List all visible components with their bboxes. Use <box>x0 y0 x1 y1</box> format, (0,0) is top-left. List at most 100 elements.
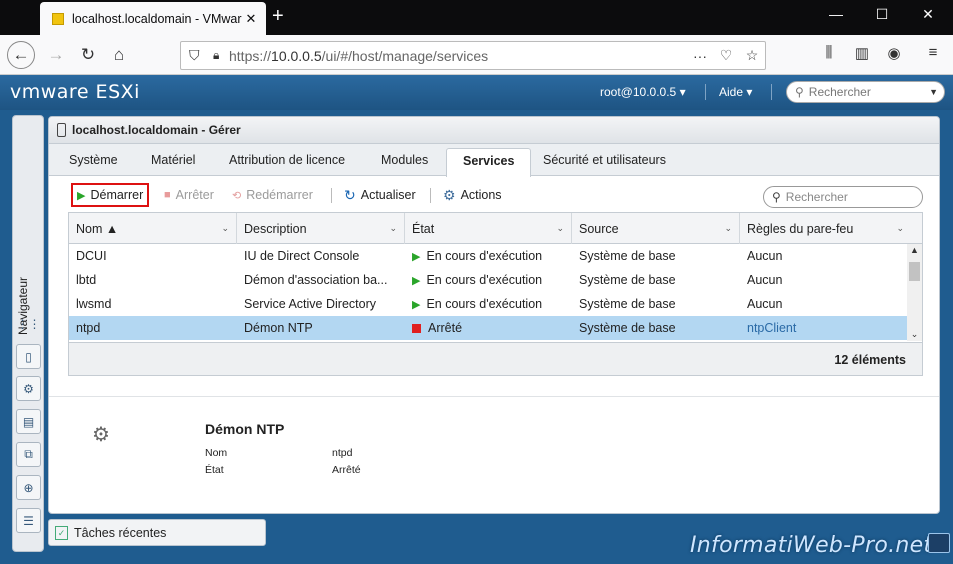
home-icon[interactable]: ⌂ <box>105 41 133 69</box>
column-header-firewall[interactable]: Règles du pare-feu ⌄ <box>740 213 922 244</box>
cell-state-text: En cours d'exécution <box>426 297 543 311</box>
cell-name: ntpd <box>76 321 101 335</box>
browser-tab[interactable]: localhost.localdomain - VMware ✕ <box>40 2 266 35</box>
user-menu[interactable]: root@10.0.0.5 ▾ <box>600 85 686 99</box>
close-window-icon[interactable]: ✕ <box>918 6 938 23</box>
refresh-label: Actualiser <box>360 188 416 202</box>
menu-icon[interactable]: ≡ <box>923 44 943 61</box>
scroll-up-icon[interactable]: ▲ <box>907 245 922 255</box>
chevron-down-icon[interactable]: ⌄ <box>389 223 397 234</box>
running-icon: ▶ <box>412 274 421 287</box>
shield-icon: ⛉ <box>189 47 200 63</box>
column-firewall-label: Règles du pare-feu <box>747 221 854 236</box>
monitor-icon[interactable]: ☰ <box>16 508 41 533</box>
refresh-icon: ↻ <box>344 186 356 203</box>
new-tab-icon[interactable]: + <box>272 6 284 26</box>
maximize-icon[interactable]: ☐ <box>872 6 892 23</box>
cell-firewall: Aucun <box>747 273 783 287</box>
stopped-icon <box>412 323 421 333</box>
host-manage-icon[interactable]: ⚙ <box>16 376 41 401</box>
start-button[interactable]: ▶ Démarrer <box>71 183 150 207</box>
navigator-tree-icon[interactable]: ⋮⋮ <box>16 311 41 336</box>
running-icon: ▶ <box>412 298 421 311</box>
cell-name: DCUI <box>76 249 107 263</box>
table-scrollbar[interactable]: ▲ ⌄ <box>907 244 922 341</box>
stop-button[interactable]: ■ Arrêter <box>164 183 214 207</box>
browser-tab-bar: localhost.localdomain - VMware ✕ + — ☐ ✕ <box>0 0 953 35</box>
cell-firewall: Aucun <box>747 249 783 263</box>
lock-icon: 🔒︎ <box>213 48 220 62</box>
reload-icon[interactable]: ↻ <box>74 41 102 69</box>
chevron-down-icon[interactable]: ▼ <box>929 87 938 97</box>
host-icon[interactable]: ▯ <box>16 344 41 369</box>
column-header-description[interactable]: Description ⌄ <box>237 213 405 244</box>
cell-source: Système de base <box>579 249 676 263</box>
url-bar[interactable]: ⛉ 🔒︎ https://10.0.0.5/ui/#/host/manage/s… <box>180 41 766 70</box>
browser-tab-title: localhost.localdomain - VMware <box>72 11 242 26</box>
search-icon: ⚲ <box>795 85 804 99</box>
library-icon[interactable]: ⫼ <box>819 44 839 61</box>
start-label: Démarrer <box>90 188 144 202</box>
more-icon[interactable]: ··· <box>687 48 713 64</box>
cell-state-text: En cours d'exécution <box>426 249 543 263</box>
watermark: InformatiWeb-Pro.net <box>690 533 933 558</box>
pocket-icon[interactable]: ♡ <box>713 47 739 64</box>
table-row[interactable]: lwsmd Service Active Directory ▶ En cours… <box>69 292 907 316</box>
manage-tabs: Système Matériel Attribution de licence … <box>49 144 939 177</box>
account-icon[interactable]: ◉ <box>884 44 904 62</box>
column-header-state[interactable]: État ⌄ <box>405 213 572 244</box>
help-menu[interactable]: Aide ▾ <box>719 85 752 99</box>
esxi-header: vmware ESXi root@10.0.0.5 ▾ Aide ▾ ⚲ Rec… <box>0 75 953 110</box>
table-row[interactable]: DCUI IU de Direct Console ▶ En cours d'ex… <box>69 244 907 268</box>
table-header: Nom ▲ ⌄ Description ⌄ État ⌄ Source ⌄ Règles… <box>69 213 922 244</box>
cell-description: Démon d'association ba... <box>244 273 388 287</box>
services-search-input[interactable]: ⚲ Rechercher <box>763 186 923 208</box>
column-header-name[interactable]: Nom ▲ ⌄ <box>69 213 237 244</box>
navigator-panel[interactable]: Navigateur ⋮⋮ ▯ ⚙ ▤ ⧉ ⊕ ☰ <box>12 115 44 552</box>
back-icon[interactable]: ← <box>7 41 35 69</box>
vm-icon[interactable]: ▤ <box>16 409 41 434</box>
cell-state-text: Arrêté <box>428 321 463 335</box>
bookmark-star-icon[interactable]: ☆ <box>739 47 765 64</box>
refresh-button[interactable]: ↻ Actualiser <box>344 183 416 207</box>
restart-button[interactable]: ⟲ Redémarrer <box>232 183 313 207</box>
storage-icon[interactable]: ⧉ <box>16 442 41 467</box>
sidebar-icon[interactable]: ▥ <box>852 44 872 62</box>
network-icon[interactable]: ⊕ <box>16 475 41 500</box>
column-header-source[interactable]: Source ⌄ <box>572 213 740 244</box>
scroll-thumb[interactable] <box>909 262 920 281</box>
scroll-down-icon[interactable]: ⌄ <box>907 329 922 340</box>
tab-modules[interactable]: Modules <box>381 153 428 167</box>
gear-icon: ⚙ <box>443 186 456 203</box>
tab-securite[interactable]: Sécurité et utilisateurs <box>543 153 666 167</box>
chevron-down-icon[interactable]: ⌄ <box>221 223 229 234</box>
chevron-down-icon[interactable]: ⌄ <box>896 223 904 234</box>
header-search-input[interactable]: ⚲ Rechercher ▼ <box>786 81 945 103</box>
panel-title: localhost.localdomain - Gérer <box>72 123 241 137</box>
forward-icon[interactable]: → <box>42 41 70 69</box>
details-name-value: ntpd <box>332 447 353 459</box>
chevron-down-icon[interactable]: ⌄ <box>556 223 564 234</box>
navigator-label[interactable]: Navigateur <box>16 256 40 356</box>
details-state-label: État <box>205 464 224 476</box>
recent-tasks-button[interactable]: ✓ Tâches récentes <box>48 519 266 546</box>
actions-button[interactable]: ⚙ Actions <box>443 183 502 207</box>
tab-materiel[interactable]: Matériel <box>151 153 195 167</box>
cell-firewall-link[interactable]: ntpClient <box>740 316 907 340</box>
close-tab-icon[interactable]: ✕ <box>242 11 260 27</box>
tab-services[interactable]: Services <box>446 148 532 177</box>
tab-systeme[interactable]: Système <box>69 153 118 167</box>
minimize-icon[interactable]: — <box>826 6 846 22</box>
cell-source: Système de base <box>579 273 676 287</box>
chevron-down-icon[interactable]: ⌄ <box>724 223 732 234</box>
favicon-icon <box>52 12 64 25</box>
cell-state-text: En cours d'exécution <box>426 273 543 287</box>
details-state-value: Arrêté <box>332 464 361 476</box>
browser-navbar: ← → ↻ ⌂ ⛉ 🔒︎ https://10.0.0.5/ui/#/host/… <box>0 35 953 75</box>
url-text: https://10.0.0.5/ui/#/host/manage/servic… <box>229 47 489 64</box>
tab-licence[interactable]: Attribution de licence <box>229 153 345 167</box>
cell-description: Service Active Directory <box>244 297 376 311</box>
table-row-selected[interactable]: ntpd Démon NTP Arrêté Système de base nt… <box>69 316 907 340</box>
table-row[interactable]: lbtd Démon d'association ba... ▶ En cours… <box>69 268 907 292</box>
actions-label: Actions <box>460 188 502 202</box>
